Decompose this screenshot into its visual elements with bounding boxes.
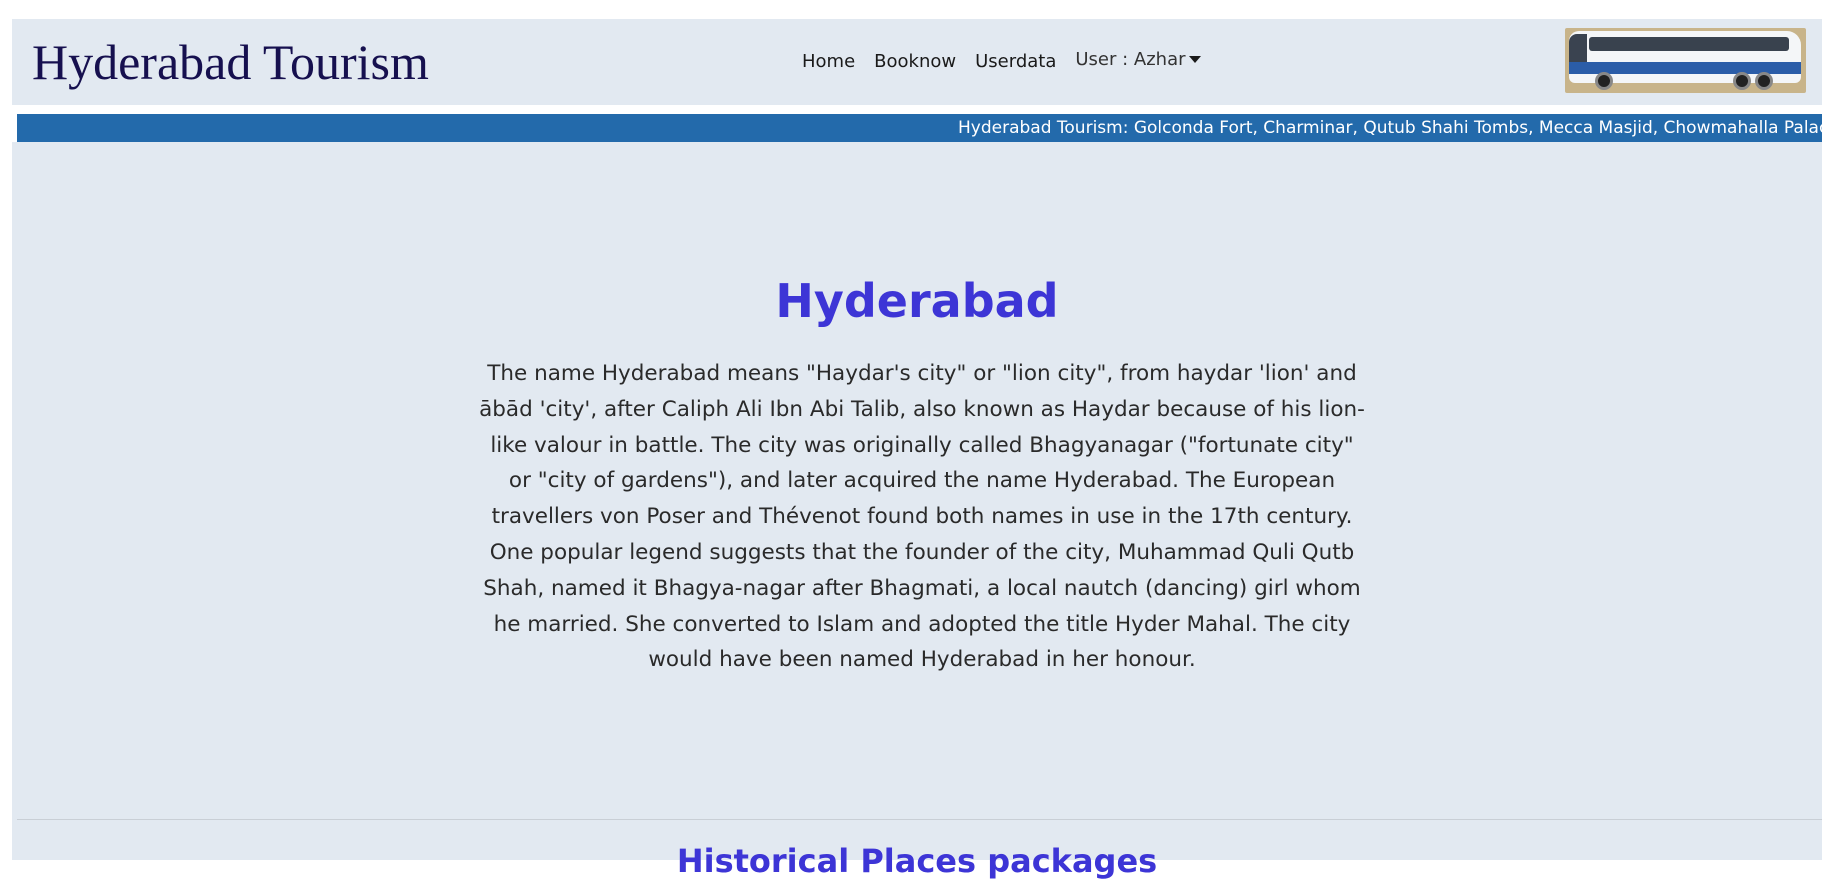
main-section: Hyderabad The name Hyderabad means "Hayd…	[12, 142, 1822, 880]
nav-link-booknow[interactable]: Booknow	[874, 51, 956, 72]
nav-link-home[interactable]: Home	[802, 51, 855, 72]
nav-links: Home Booknow Userdata User : Azhar	[802, 49, 1201, 72]
caret-down-icon	[1188, 56, 1201, 63]
bus-wheel-rear-2	[1755, 72, 1773, 90]
section-divider	[17, 819, 1822, 820]
section-title: Historical Places packages	[676, 842, 1158, 880]
user-dropdown[interactable]: User : Azhar	[1075, 49, 1201, 70]
bus-wheel-rear-1	[1733, 72, 1751, 90]
user-dropdown-label: User : Azhar	[1075, 49, 1186, 70]
page: Hyderabad Tourism Home Booknow Userdata …	[0, 0, 1828, 880]
city-description: The name Hyderabad means "Haydar's city"…	[479, 361, 1365, 673]
navbar: Hyderabad Tourism Home Booknow Userdata …	[12, 19, 1822, 105]
bus-image	[1565, 28, 1806, 93]
marquee-text: Hyderabad Tourism: Golconda Fort, Charmi…	[958, 118, 1822, 138]
bus-windows	[1589, 37, 1789, 51]
page-title: Hyderabad	[775, 274, 1059, 328]
brand-title[interactable]: Hyderabad Tourism	[32, 33, 429, 91]
bus-wheel-front	[1595, 72, 1613, 90]
marquee-bar: Hyderabad Tourism: Golconda Fort, Charmi…	[17, 114, 1822, 142]
nav-link-userdata[interactable]: Userdata	[975, 51, 1056, 72]
